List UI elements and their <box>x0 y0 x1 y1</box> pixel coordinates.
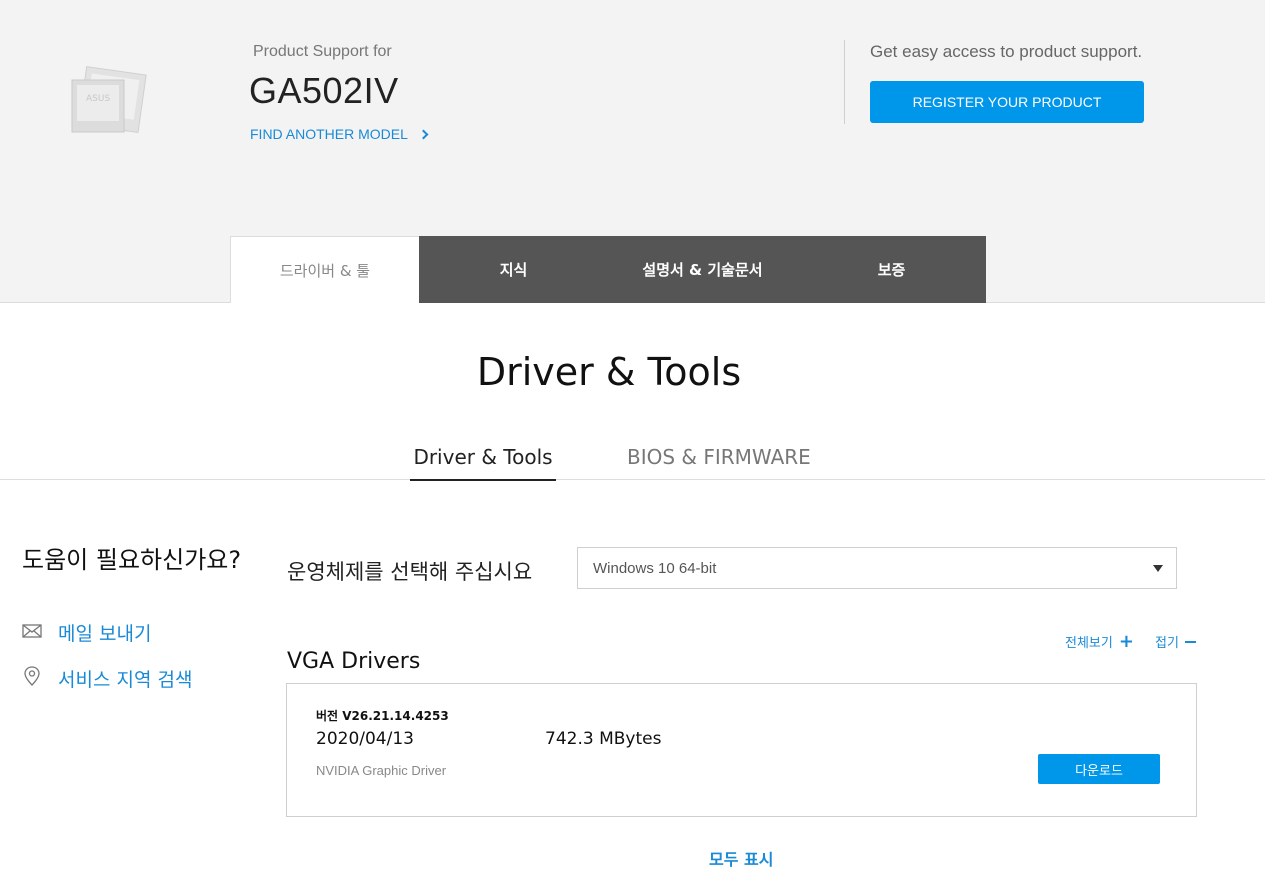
os-dropdown[interactable]: Windows 10 64-bit <box>577 547 1177 589</box>
product-image: ASUS <box>64 62 152 142</box>
driver-date: 2020/04/13 <box>316 729 414 749</box>
service-area-link[interactable]: 서비스 지역 검색 <box>22 665 192 692</box>
service-area-label: 서비스 지역 검색 <box>58 669 193 691</box>
tab-drivers-tools[interactable]: 드라이버 & 툴 <box>230 236 419 303</box>
email-link[interactable]: 메일 보내기 <box>22 619 151 646</box>
show-all-link[interactable]: 모두 표시 <box>709 846 773 870</box>
header-divider <box>844 40 845 124</box>
os-selected-value: Windows 10 64-bit <box>593 559 717 577</box>
location-pin-icon <box>22 665 42 692</box>
download-button[interactable]: 다운로드 <box>1038 754 1160 784</box>
driver-name: NVIDIA Graphic Driver <box>316 763 447 778</box>
support-for-label: Product Support for <box>253 43 392 60</box>
driver-card: 버전 V26.21.14.4253 2020/04/13 742.3 MByte… <box>286 683 1197 817</box>
driver-version: 버전 V26.21.14.4253 <box>316 709 449 723</box>
minus-icon <box>1184 640 1196 643</box>
main-tabs: 드라이버 & 툴 지식 설명서 & 기술문서 보증 <box>230 236 986 303</box>
product-image-watermark: ASUS <box>86 94 110 104</box>
tab-warranty[interactable]: 보증 <box>797 236 986 303</box>
tab-knowledge[interactable]: 지식 <box>419 236 608 303</box>
os-select-label: 운영체제를 선택해 주십시요 <box>287 560 533 584</box>
find-another-model-label: FIND ANOTHER MODEL <box>250 126 408 142</box>
expand-all-button[interactable]: 전체보기 + <box>1065 632 1134 651</box>
subtab-bios-firmware[interactable]: BIOS & FIRMWARE <box>627 445 811 469</box>
section-title: Driver & Tools <box>476 350 742 394</box>
model-name: GA502IV <box>249 70 399 111</box>
caret-down-icon <box>1153 565 1163 572</box>
help-title: 도움이 필요하신가요? <box>22 546 242 574</box>
driver-size: 742.3 MBytes <box>545 729 662 749</box>
collapse-all-button[interactable]: 접기 <box>1155 632 1196 651</box>
find-another-model-link[interactable]: FIND ANOTHER MODEL <box>250 126 429 142</box>
sub-tabs-divider <box>0 479 1265 480</box>
tab-manuals-documents[interactable]: 설명서 & 기술문서 <box>608 236 797 303</box>
envelope-icon <box>22 622 42 644</box>
collapse-all-label: 접기 <box>1155 636 1179 651</box>
category-title: VGA Drivers <box>287 649 421 674</box>
expand-all-label: 전체보기 <box>1065 636 1113 651</box>
subtab-driver-tools[interactable]: Driver & Tools <box>410 445 556 481</box>
plus-icon: + <box>1118 630 1134 652</box>
register-product-button[interactable]: REGISTER YOUR PRODUCT <box>870 81 1144 123</box>
chevron-right-icon <box>418 129 429 139</box>
email-link-label: 메일 보내기 <box>58 623 152 645</box>
easy-access-text: Get easy access to product support. <box>870 42 1143 61</box>
